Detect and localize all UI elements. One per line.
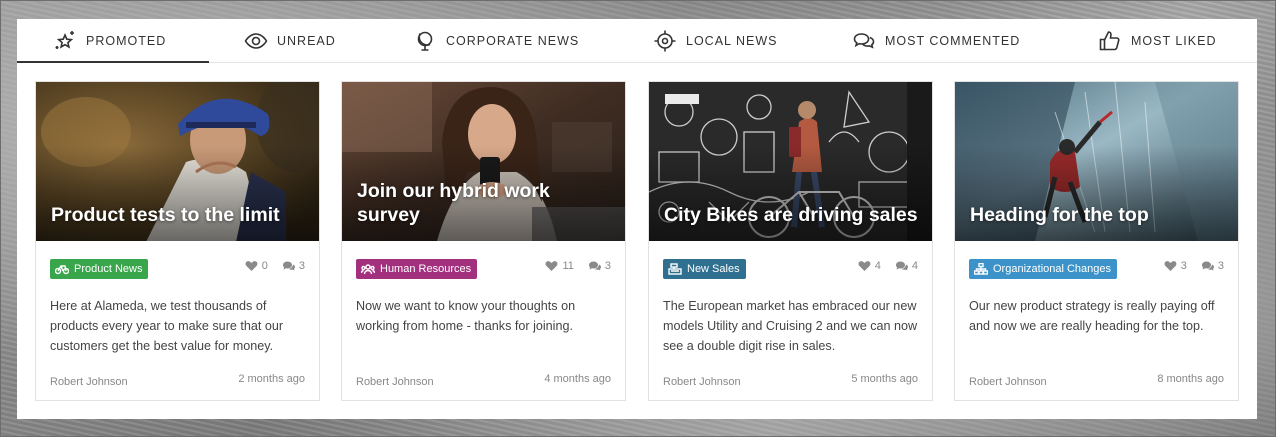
tab-local-news[interactable]: LOCAL NEWS: [653, 19, 778, 63]
comment-count: 3: [298, 260, 305, 272]
tab-label: CORPORATE NEWS: [446, 34, 580, 48]
tab-label: MOST LIKED: [1131, 34, 1217, 48]
card-excerpt: Our new product strategy is really payin…: [969, 299, 1215, 333]
card-image[interactable]: Heading for the top: [955, 82, 1238, 241]
globe-icon: [417, 31, 433, 51]
card-excerpt: The European market has embraced our new…: [663, 299, 918, 353]
card-timestamp: 4 months ago: [544, 373, 611, 385]
news-panel: PROMOTED UNREAD CORPORATE NEWS LOCAL NEW…: [16, 19, 1257, 419]
like-count: 0: [261, 260, 268, 272]
card-timestamp: 5 months ago: [851, 373, 918, 385]
cash-register-icon: [668, 263, 682, 275]
heart-icon[interactable]: [245, 260, 258, 272]
card-title[interactable]: Join our hybrid work survey: [357, 179, 613, 227]
comment-icon[interactable]: [1201, 260, 1214, 272]
chat-bubbles-icon: [853, 33, 875, 49]
tab-label: PROMOTED: [86, 34, 167, 48]
news-card[interactable]: Product tests to the limit Product News …: [35, 81, 320, 401]
tab-label: LOCAL NEWS: [686, 34, 778, 48]
category-tag[interactable]: Product News: [50, 259, 149, 279]
card-author: Robert Johnson: [50, 376, 128, 388]
heart-icon[interactable]: [858, 260, 871, 272]
tab-label: MOST COMMENTED: [885, 34, 1021, 48]
card-stats: 0 3: [245, 260, 305, 272]
card-title[interactable]: Product tests to the limit: [51, 203, 307, 227]
bicycle-icon: [55, 265, 69, 275]
tag-label: Human Resources: [380, 263, 472, 275]
card-title[interactable]: Heading for the top: [970, 203, 1226, 227]
tag-label: New Sales: [687, 263, 740, 275]
tab-promoted[interactable]: PROMOTED: [16, 19, 210, 63]
people-icon: [361, 264, 375, 275]
crosshair-icon: [654, 30, 676, 52]
card-author: Robert Johnson: [663, 376, 741, 388]
category-tag[interactable]: New Sales: [663, 259, 746, 279]
tab-label: UNREAD: [277, 34, 336, 48]
comment-count: 3: [1217, 260, 1224, 272]
card-stats: 3 3: [1164, 260, 1224, 272]
thumbs-up-icon: [1099, 31, 1120, 51]
org-chart-icon: [974, 263, 988, 275]
card-timestamp: 2 months ago: [238, 373, 305, 385]
news-tabs: PROMOTED UNREAD CORPORATE NEWS LOCAL NEW…: [16, 19, 1257, 63]
comment-icon[interactable]: [588, 260, 601, 272]
card-title[interactable]: City Bikes are driving sales: [664, 203, 920, 227]
card-author: Robert Johnson: [356, 376, 434, 388]
card-image[interactable]: City Bikes are driving sales: [649, 82, 932, 241]
card-excerpt: Here at Alameda, we test thousands of pr…: [50, 299, 284, 353]
like-count: 11: [562, 260, 574, 272]
heart-icon[interactable]: [1164, 260, 1177, 272]
card-author: Robert Johnson: [969, 376, 1047, 388]
like-count: 3: [1180, 260, 1187, 272]
card-stats: 11 3: [545, 260, 611, 272]
card-stats: 4 4: [858, 260, 918, 272]
comment-icon[interactable]: [282, 260, 295, 272]
comment-count: 3: [604, 260, 611, 272]
category-tag[interactable]: Human Resources: [356, 259, 478, 279]
news-card[interactable]: City Bikes are driving sales New Sales 4…: [648, 81, 933, 401]
like-count: 4: [874, 260, 881, 272]
card-timestamp: 8 months ago: [1157, 373, 1224, 385]
comment-count: 4: [911, 260, 918, 272]
news-card[interactable]: Heading for the top Organizational Chang…: [954, 81, 1239, 401]
tab-corporate-news[interactable]: CORPORATE NEWS: [413, 19, 579, 63]
heart-icon[interactable]: [545, 260, 558, 272]
tab-most-liked[interactable]: MOST LIKED: [1098, 19, 1216, 63]
tab-most-commented[interactable]: MOST COMMENTED: [852, 19, 1020, 63]
card-image[interactable]: Product tests to the limit: [36, 82, 319, 241]
news-card[interactable]: Join our hybrid work survey Human Resour…: [341, 81, 626, 401]
tag-label: Product News: [74, 263, 143, 275]
comment-icon[interactable]: [895, 260, 908, 272]
card-excerpt: Now we want to know your thoughts on wor…: [356, 299, 576, 333]
eye-icon: [244, 33, 268, 49]
tab-unread[interactable]: UNREAD: [244, 19, 336, 63]
category-tag[interactable]: Organizational Changes: [969, 259, 1118, 279]
card-image[interactable]: Join our hybrid work survey: [342, 82, 625, 241]
sparkle-star-icon: [55, 31, 74, 49]
tag-label: Organizational Changes: [993, 263, 1112, 275]
